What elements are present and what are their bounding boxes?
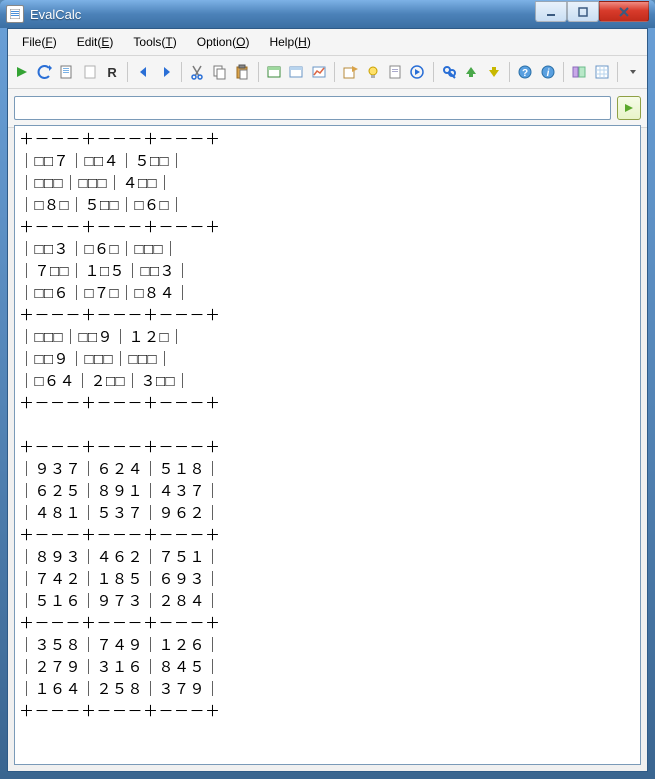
menu-edit[interactable]: Edit(E) [69, 33, 122, 51]
svg-text:i: i [546, 68, 549, 79]
info-icon[interactable]: i [537, 61, 557, 83]
bulb-icon[interactable] [362, 61, 382, 83]
run-letter-button[interactable]: R [102, 61, 122, 83]
chart-icon[interactable] [308, 61, 328, 83]
menubar: File(F) Edit(E) Tools(T) Option(O) Help(… [8, 29, 647, 56]
app-icon [6, 5, 24, 23]
undo-icon[interactable] [34, 61, 54, 83]
output-wrap: ＋－－－＋－－－＋－－－＋ ｜□□７｜□□４｜５□□｜ ｜□□□｜□□□｜４□□… [8, 119, 647, 771]
toolbar-separator [509, 62, 510, 82]
paste-icon[interactable] [232, 61, 252, 83]
window-title: EvalCalc [30, 7, 535, 22]
window-buttons [535, 6, 649, 22]
toolbar-separator [433, 62, 434, 82]
down-arrow-icon[interactable] [484, 61, 504, 83]
up-arrow-icon[interactable] [461, 61, 481, 83]
export-icon[interactable] [340, 61, 360, 83]
console-icon[interactable] [286, 61, 306, 83]
toolbar-separator [127, 62, 128, 82]
overflow-icon[interactable] [623, 61, 643, 83]
doc-icon[interactable] [385, 61, 405, 83]
toolbar-separator [617, 62, 618, 82]
output-console[interactable]: ＋－－－＋－－－＋－－－＋ ｜□□７｜□□４｜５□□｜ ｜□□□｜□□□｜４□□… [14, 125, 641, 765]
run-icon[interactable] [12, 61, 32, 83]
cut-icon[interactable] [187, 61, 207, 83]
menu-help[interactable]: Help(H) [261, 33, 318, 51]
maximize-button[interactable] [567, 1, 599, 22]
minimize-button[interactable] [535, 1, 567, 22]
panel-left-icon[interactable] [569, 61, 589, 83]
menu-option[interactable]: Option(O) [189, 33, 258, 51]
new-icon[interactable] [79, 61, 99, 83]
window-icon[interactable] [264, 61, 284, 83]
svg-text:?: ? [522, 68, 528, 79]
copy-icon[interactable] [210, 61, 230, 83]
client-area: File(F) Edit(E) Tools(T) Option(O) Help(… [7, 28, 648, 772]
play-icon[interactable] [407, 61, 427, 83]
grid-icon[interactable] [591, 61, 611, 83]
find-icon[interactable] [439, 61, 459, 83]
expression-input[interactable] [14, 96, 611, 120]
menu-file[interactable]: File(F) [14, 33, 65, 51]
toolbar-separator [563, 62, 564, 82]
titlebar[interactable]: EvalCalc [0, 0, 655, 28]
toolbar: R ? i [8, 56, 647, 89]
app-window: EvalCalc File(F) Edit(E) Tools(T) Option… [0, 0, 655, 779]
forward-icon[interactable] [156, 61, 176, 83]
menu-tools[interactable]: Tools(T) [125, 33, 184, 51]
close-button[interactable] [599, 1, 649, 22]
back-icon[interactable] [133, 61, 153, 83]
help-icon[interactable]: ? [515, 61, 535, 83]
copy-output-icon[interactable] [57, 61, 77, 83]
toolbar-separator [334, 62, 335, 82]
toolbar-separator [181, 62, 182, 82]
evaluate-button[interactable] [617, 96, 641, 120]
toolbar-separator [258, 62, 259, 82]
